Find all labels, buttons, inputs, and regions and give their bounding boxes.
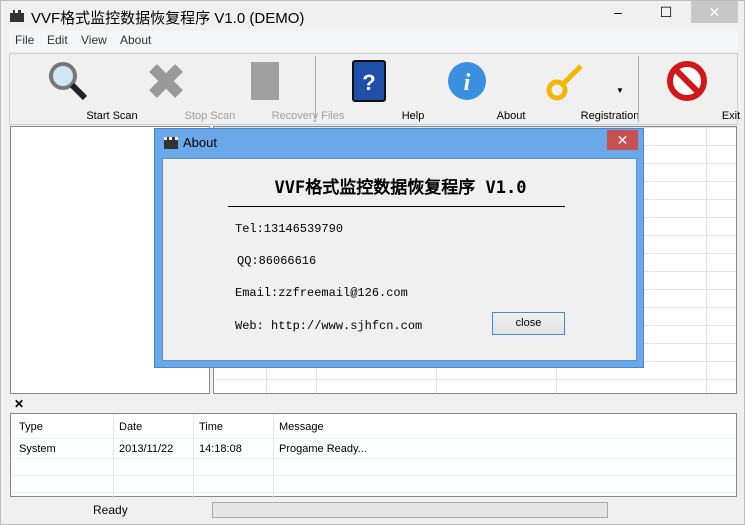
menu-file[interactable]: File [15, 33, 34, 47]
tel-text: Tel:13146539790 [235, 222, 344, 236]
start-scan-button[interactable]: Start Scan [22, 54, 138, 124]
toolbar: Start Scan Stop Scan Recovery Files ? He… [9, 53, 740, 125]
key-icon [546, 64, 583, 101]
progress-bar [212, 502, 608, 518]
log-cell-message: Progame Ready... [279, 443, 367, 455]
svg-text:i: i [464, 70, 471, 96]
stop-scan-button[interactable]: Stop Scan [120, 54, 235, 124]
help-button[interactable]: ? Help [323, 54, 424, 124]
title-bar: VVF格式监控数据恢复程序 V1.0 (DEMO) ‒ ☐ ✕ [1, 1, 745, 31]
info-icon: i [448, 62, 486, 100]
help-book-icon: ? [352, 60, 386, 102]
dialog-heading: VVF格式监控数据恢复程序 V1.0 [274, 178, 527, 198]
dialog-app-icon [164, 137, 178, 149]
dialog-close-text-button[interactable]: close [492, 312, 565, 335]
menu-about[interactable]: About [120, 33, 151, 47]
recovery-files-button[interactable]: Recovery Files [218, 54, 344, 124]
dialog-body: VVF格式监控数据恢复程序 V1.0 Tel:13146539790 QQ:86… [162, 158, 637, 361]
menu-edit[interactable]: Edit [47, 33, 68, 47]
maximize-button[interactable]: ☐ [649, 1, 683, 23]
log-header-type[interactable]: Type [11, 417, 43, 437]
divider [228, 206, 565, 207]
email-text: Email:zzfreemail@126.com [235, 286, 408, 300]
about-button[interactable]: i About [421, 54, 525, 124]
minimize-button[interactable]: ‒ [601, 1, 635, 23]
dialog-close-button[interactable]: ✕ [607, 130, 638, 150]
qq-text: QQ:86066616 [237, 254, 317, 268]
app-icon [10, 10, 24, 22]
log-cell-date: 2013/11/22 [119, 443, 174, 455]
log-header-time[interactable]: Time [191, 417, 223, 437]
svg-text:?: ? [362, 70, 375, 95]
registration-button[interactable]: Registration [520, 54, 639, 124]
toolbar-separator [315, 56, 316, 122]
log-table: Type Date Time Message System 2013/11/22… [10, 413, 737, 498]
log-close-icon[interactable]: ✕ [14, 397, 24, 411]
web-text: Web: http://www.sjhfcn.com [235, 319, 423, 333]
window-title: VVF格式监控数据恢复程序 V1.0 (DEMO) [31, 10, 305, 27]
menu-bar: File Edit View About [9, 31, 738, 51]
exit-button[interactable]: Exit [641, 54, 740, 124]
log-panel-header: ✕ [10, 397, 738, 413]
log-cell-time: 14:18:08 [199, 443, 242, 455]
registration-dropdown-icon[interactable]: ▼ [616, 86, 624, 95]
magnifier-icon [49, 62, 88, 101]
about-dialog: About ✕ VVF格式监控数据恢复程序 V1.0 Tel:131465397… [154, 128, 644, 368]
dialog-title: About [183, 135, 217, 150]
files-icon [251, 62, 279, 100]
log-header-date[interactable]: Date [111, 417, 142, 437]
x-icon [149, 64, 183, 98]
menu-view[interactable]: View [81, 33, 107, 47]
log-header-message[interactable]: Message [271, 417, 324, 437]
toolbar-separator [638, 56, 639, 122]
no-entry-icon [667, 61, 707, 101]
close-button[interactable]: ✕ [691, 1, 738, 23]
status-text: Ready [93, 503, 128, 517]
log-cell-type: System [19, 443, 56, 455]
